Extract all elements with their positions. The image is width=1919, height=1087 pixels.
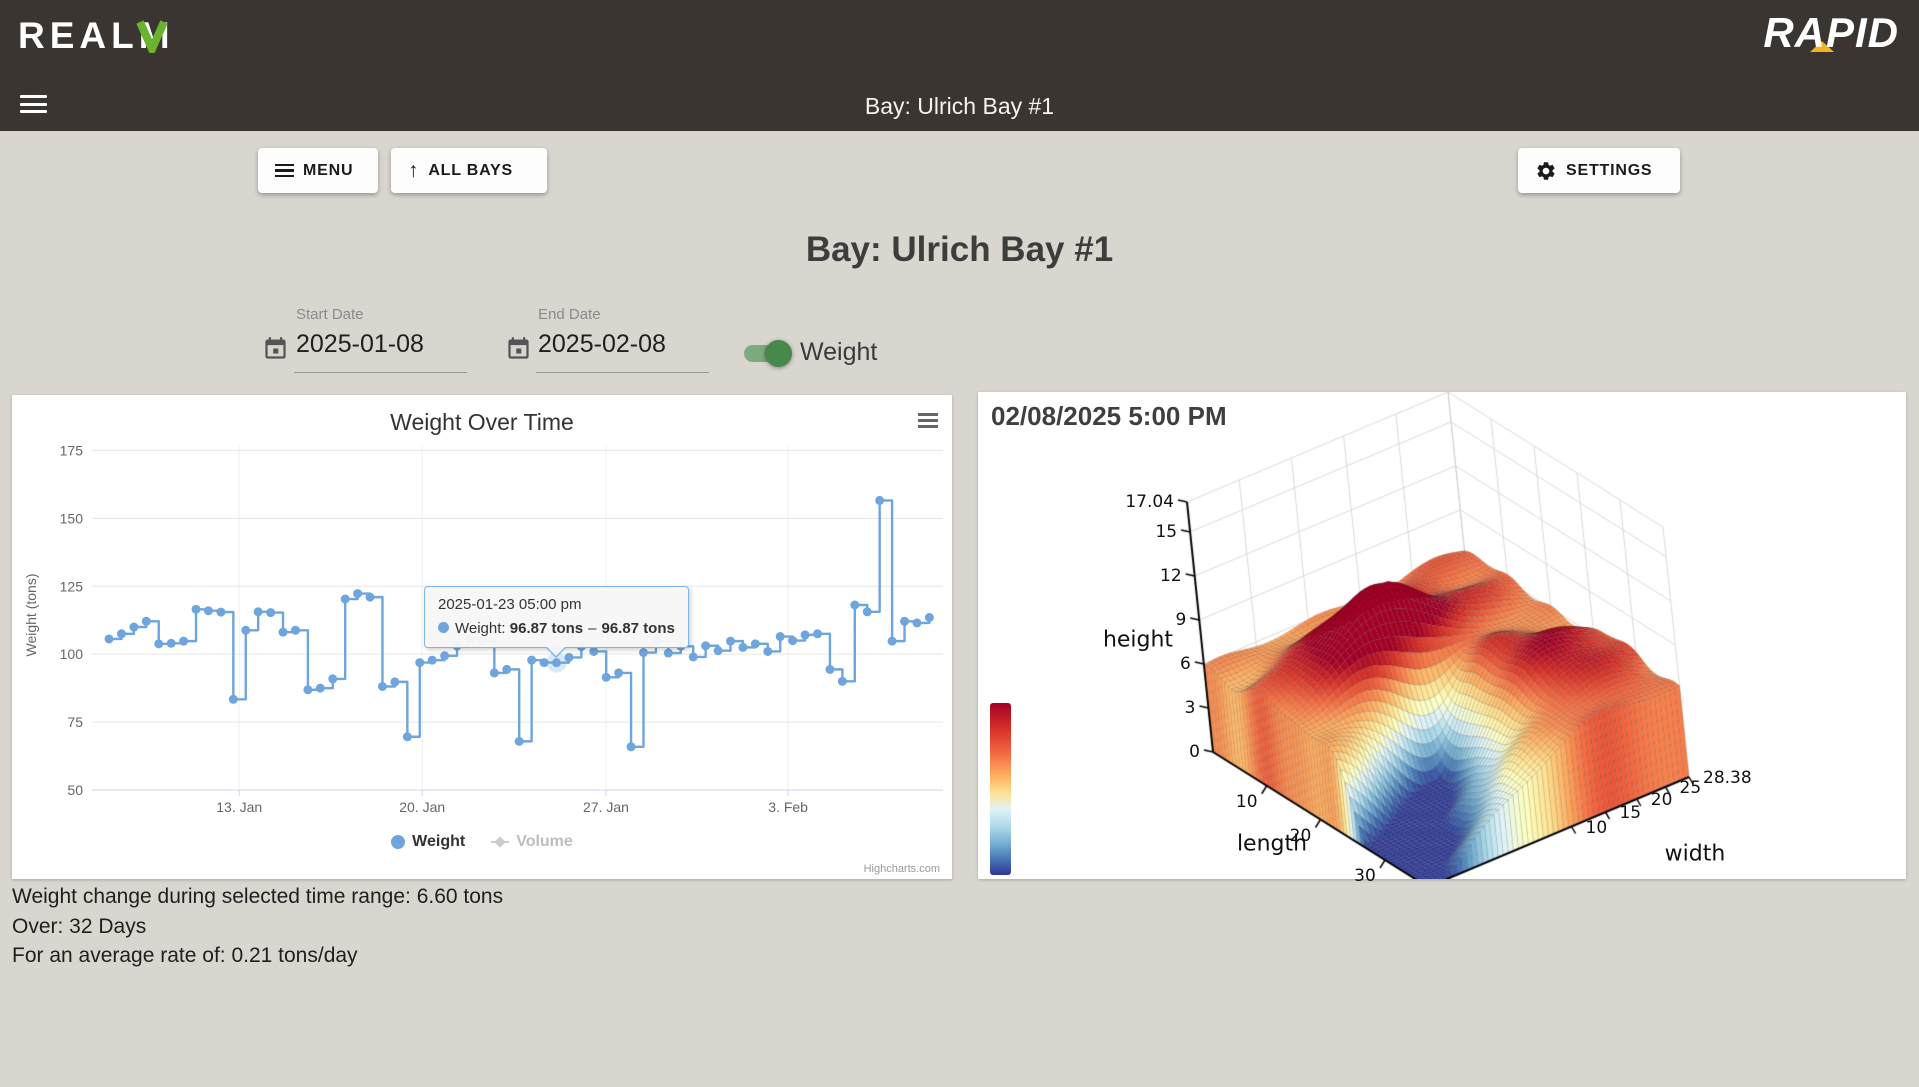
tooltip-value-high: 96.87 tons [601,620,674,637]
gear-icon [1535,160,1557,182]
height-axis-label: height [1103,628,1173,653]
weight-toggle-thumb [765,340,792,367]
tooltip-series-label: Weight: [455,620,506,637]
all-bays-button-label: ALL BAYS [428,162,513,180]
axis-tick-label: 30 [1354,866,1376,886]
legend-item-weight[interactable]: Weight [391,833,465,851]
chart-tooltip: 2025-01-23 05:00 pm Weight: 96.87 tons–9… [424,586,689,648]
realm-logo: REALM [18,14,175,58]
weight-chart-card: Weight Over Time Weight (tons) 13. Jan 20… [12,395,952,879]
summary-text: Weight change during selected time range… [12,882,503,971]
weight-toggle-label: Weight [800,338,877,367]
end-date-underline [536,372,709,373]
tooltip-value-low: 96.87 tons [510,620,583,637]
realm-logo-text: REAL [18,15,139,57]
settings-button[interactable]: SETTINGS [1518,148,1680,193]
axis-tick-label: 9 [1175,610,1186,630]
axis-tick-label: 12 [1160,566,1182,586]
axis-tick-label: 10 [1586,818,1608,838]
svg-text:175: 175 [60,442,84,458]
svg-text:50: 50 [67,782,83,798]
summary-line-1: Weight change during selected time range… [12,882,503,912]
start-date-label: Start Date [296,306,364,323]
axis-tick-label: 15 [1155,522,1177,542]
axis-tick-label: 20 [1651,790,1673,810]
start-date-underline [294,372,467,373]
rapid-logo-text: RAPID [1763,9,1899,57]
svg-text:27. Jan: 27. Jan [583,799,629,815]
axis-tick-label: 28.38 [1703,768,1752,788]
chart-context-menu-icon[interactable] [918,413,938,428]
axis-tick-label: 10 [1236,792,1258,812]
surface-chart-card: 02/08/2025 5:00 PM 0369121517.0410203010… [978,392,1906,879]
length-axis-label: length [1237,832,1307,857]
svg-text:100: 100 [60,646,84,662]
y-axis-title: Weight (tons) [23,560,39,670]
end-date-label: End Date [538,306,601,323]
app-header: REALM RAPID Bay: Ulrich Bay #1 [0,0,1919,131]
axis-tick-label: 17.04 [1125,492,1174,512]
settings-button-label: SETTINGS [1566,162,1652,180]
end-date-input[interactable] [538,330,708,359]
up-arrow-icon: ↑ [408,160,419,181]
axis-tick-label: 6 [1180,654,1191,674]
axis-tick-label: 15 [1619,803,1641,823]
page: REALM RAPID Bay: Ulrich Bay #1 MENU ↑ AL… [0,0,1919,1087]
legend-item-volume[interactable]: Volume [491,833,573,851]
weight-marker-icon [391,835,405,849]
summary-line-2: Over: 32 Days [12,912,503,942]
summary-line-3: For an average rate of: 0.21 tons/day [12,941,503,971]
tooltip-date: 2025-01-23 05:00 pm [438,596,675,613]
svg-text:3. Feb: 3. Feb [768,799,808,815]
width-axis-label: width [1665,842,1726,867]
axis-tick-label: 3 [1185,698,1196,718]
tooltip-value-row: Weight: 96.87 tons–96.87 tons [438,620,675,637]
start-date-input[interactable] [296,330,466,359]
menu-button-label: MENU [303,162,353,180]
svg-text:20. Jan: 20. Jan [399,799,445,815]
legend-weight-label: Weight [412,833,465,851]
chart-title: Weight Over Time [12,409,952,436]
realm-green-check-icon [135,19,169,53]
highcharts-credit[interactable]: Highcharts.com [864,863,940,875]
chart-legend: Weight Volume [12,833,952,851]
page-title: Bay: Ulrich Bay #1 [0,230,1919,270]
svg-text:75: 75 [67,714,83,730]
header-bay-title: Bay: Ulrich Bay #1 [0,93,1919,120]
all-bays-button[interactable]: ↑ ALL BAYS [391,148,547,193]
series-marker-icon [438,622,449,633]
calendar-icon[interactable] [262,335,289,362]
svg-text:125: 125 [60,578,84,594]
axis-tick-label: 25 [1680,778,1702,798]
svg-text:150: 150 [60,510,84,526]
legend-volume-label: Volume [516,833,573,851]
svg-text:13. Jan: 13. Jan [216,799,262,815]
menu-button[interactable]: MENU [258,148,378,193]
axis-tick-label: 0 [1189,742,1200,762]
volume-marker-icon [491,841,509,843]
menu-bars-icon [275,164,294,178]
calendar-icon[interactable] [505,335,532,362]
weight-toggle[interactable] [744,345,786,362]
tooltip-separator: – [588,620,596,637]
rapid-logo: RAPID [1763,8,1899,58]
